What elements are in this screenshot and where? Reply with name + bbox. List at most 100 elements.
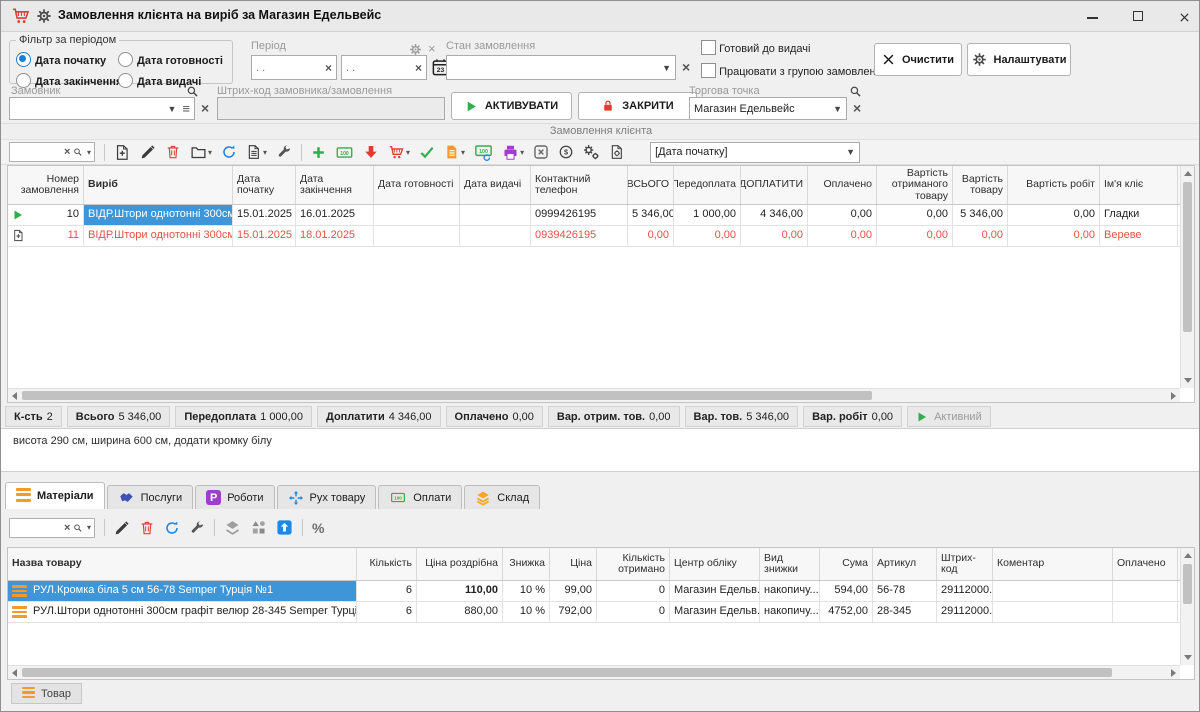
tab-services[interactable]: Послуги bbox=[107, 485, 194, 509]
percent-button[interactable]: % bbox=[312, 520, 324, 536]
column-header-received-cost[interactable]: Вартість отриманого товару bbox=[877, 166, 953, 204]
tab-goods-movement[interactable]: Рух товару bbox=[277, 485, 377, 509]
radio-date-start[interactable]: Дата початку bbox=[16, 52, 106, 67]
scrollbar-thumb[interactable] bbox=[22, 668, 1112, 677]
sort-combo[interactable]: [Дата початку] ▼ bbox=[650, 142, 860, 163]
shop-combo[interactable]: Магазин Едельвейс ▼ bbox=[689, 97, 847, 120]
refresh-button[interactable] bbox=[221, 144, 237, 160]
search-clear-icon[interactable]: × bbox=[64, 522, 70, 534]
column-header-product[interactable]: Виріб bbox=[84, 166, 233, 204]
order-state-combo[interactable]: ▼ bbox=[446, 55, 676, 80]
customer-clear-icon[interactable]: × bbox=[201, 100, 209, 116]
ready-checkbox[interactable]: Готовий до видачі bbox=[701, 40, 810, 55]
column-header-name[interactable]: Назва товару bbox=[8, 548, 357, 580]
upload-blue-button[interactable] bbox=[276, 519, 293, 536]
edit-button[interactable] bbox=[140, 144, 156, 160]
payment-refresh-button[interactable] bbox=[474, 143, 493, 161]
search-icon[interactable] bbox=[73, 146, 83, 158]
date-from-clear-icon[interactable]: × bbox=[325, 61, 332, 75]
close-order-button[interactable]: ЗАКРИТИ bbox=[578, 92, 697, 120]
scroll-down-icon[interactable] bbox=[1184, 378, 1192, 383]
shapes-button[interactable] bbox=[250, 519, 267, 536]
add-document-button[interactable] bbox=[114, 144, 131, 161]
gears-button[interactable] bbox=[583, 144, 600, 161]
cart-order-button[interactable]: ▾ bbox=[388, 144, 410, 161]
print-button[interactable]: ▾ bbox=[502, 144, 524, 161]
order-row[interactable]: 11 ВІДР.Штори однотонні 300см ... 15.01.… bbox=[8, 226, 1194, 247]
scrollbar-thumb[interactable] bbox=[22, 391, 872, 400]
column-header-goods-cost[interactable]: Вартість товару bbox=[953, 166, 1008, 204]
column-header-date-end[interactable]: Дата закінчення bbox=[296, 166, 374, 204]
order-row[interactable]: 10 ВІДР.Штори однотонні 300см ... 15.01.… bbox=[8, 205, 1194, 226]
clear-button[interactable]: Очистити bbox=[874, 43, 962, 76]
scroll-up-icon[interactable] bbox=[1184, 553, 1192, 558]
service-wrench-button[interactable] bbox=[276, 144, 292, 160]
scroll-up-icon[interactable] bbox=[1184, 171, 1192, 176]
materials-horizontal-scrollbar[interactable] bbox=[8, 665, 1180, 679]
column-header-date-ready[interactable]: Дата готовності bbox=[374, 166, 460, 204]
tab-warehouse[interactable]: Склад bbox=[464, 485, 540, 509]
delete-button[interactable] bbox=[165, 144, 181, 160]
scroll-down-icon[interactable] bbox=[1184, 655, 1192, 660]
column-header-sku[interactable]: Артикул bbox=[873, 548, 937, 580]
column-header-date-start[interactable]: Дата початку bbox=[233, 166, 296, 204]
material-row[interactable]: РУЛ.Кромка біла 5 см 56-78 Semper Турція… bbox=[8, 581, 1194, 602]
document-settings-button[interactable] bbox=[609, 144, 625, 160]
column-header-client[interactable]: Ім'я кліє bbox=[1100, 166, 1178, 204]
orders-search-input[interactable] bbox=[13, 145, 61, 159]
column-header-discount[interactable]: Знижка bbox=[503, 548, 550, 580]
column-header-discount-type[interactable]: Вид знижки bbox=[760, 548, 820, 580]
date-to-field[interactable]: . . × bbox=[341, 55, 427, 80]
column-header-paid[interactable]: Оплачено bbox=[1113, 548, 1178, 580]
delete-button[interactable] bbox=[139, 520, 155, 536]
shop-clear-icon[interactable]: × bbox=[853, 100, 861, 116]
material-row[interactable]: РУЛ.Штори однотонні 300см графіт велюр 2… bbox=[8, 602, 1194, 623]
column-header-total[interactable]: ВСЬОГО bbox=[628, 166, 674, 204]
materials-search-input[interactable] bbox=[13, 521, 61, 535]
list-select-icon[interactable]: ≡ bbox=[182, 101, 190, 116]
scroll-left-icon[interactable] bbox=[12, 669, 17, 677]
search-clear-icon[interactable]: × bbox=[64, 146, 70, 158]
service-wrench-button[interactable] bbox=[189, 520, 205, 536]
column-header-date-issue[interactable]: Дата видачі bbox=[460, 166, 531, 204]
close-x-square-button[interactable] bbox=[533, 144, 549, 160]
orders-horizontal-scrollbar[interactable] bbox=[8, 388, 1180, 402]
product-cell[interactable]: ВІДР.Штори однотонні 300см ... bbox=[84, 205, 233, 225]
edit-button[interactable] bbox=[114, 520, 130, 536]
minimize-button[interactable] bbox=[1079, 9, 1105, 25]
maximize-button[interactable] bbox=[1125, 9, 1151, 25]
column-header-works-cost[interactable]: Вартість робіт bbox=[1008, 166, 1100, 204]
column-header-paid[interactable]: Оплачено bbox=[808, 166, 877, 204]
column-header-prepaid[interactable]: Передоплата bbox=[674, 166, 741, 204]
footer-tab-goods[interactable]: Товар bbox=[11, 683, 82, 704]
orders-vertical-scrollbar[interactable] bbox=[1180, 166, 1194, 388]
gear-icon[interactable] bbox=[36, 8, 52, 24]
order-state-clear-icon[interactable]: × bbox=[682, 59, 690, 75]
confirm-check-button[interactable] bbox=[419, 144, 435, 160]
orders-search-box[interactable]: × ▾ bbox=[9, 142, 95, 162]
barcode-input[interactable] bbox=[217, 97, 445, 120]
layers-button[interactable] bbox=[224, 519, 241, 536]
search-icon[interactable] bbox=[849, 85, 862, 98]
download-red-button[interactable] bbox=[363, 144, 379, 160]
materials-vertical-scrollbar[interactable] bbox=[1180, 548, 1194, 665]
column-header-retail-price[interactable]: Ціна роздрібна bbox=[417, 548, 503, 580]
column-header-sum[interactable]: Сума bbox=[820, 548, 873, 580]
date-from-field[interactable]: . . × bbox=[251, 55, 337, 80]
scrollbar-thumb[interactable] bbox=[1183, 564, 1192, 604]
column-header-comment[interactable]: Коментар bbox=[993, 548, 1113, 580]
scrollbar-thumb[interactable] bbox=[1183, 182, 1192, 332]
column-header-qty[interactable]: Кількість bbox=[357, 548, 417, 580]
close-window-button[interactable] bbox=[1171, 9, 1197, 25]
column-header-phone[interactable]: Контактний телефон bbox=[531, 166, 628, 204]
copy-document-button[interactable]: ▾ bbox=[246, 144, 267, 160]
date-to-clear-icon[interactable]: × bbox=[415, 61, 422, 75]
product-cell[interactable]: ВІДР.Штори однотонні 300см ... bbox=[84, 226, 233, 246]
refresh-button[interactable] bbox=[164, 520, 180, 536]
document-orange-button[interactable]: ▾ bbox=[444, 144, 465, 160]
radio-date-ready[interactable]: Дата готовності bbox=[118, 52, 223, 67]
customer-combo[interactable]: ▼ ≡ bbox=[9, 97, 195, 120]
tab-works[interactable]: P Роботи bbox=[195, 485, 274, 509]
currency-refresh-button[interactable] bbox=[558, 144, 574, 160]
search-icon[interactable] bbox=[73, 522, 83, 534]
